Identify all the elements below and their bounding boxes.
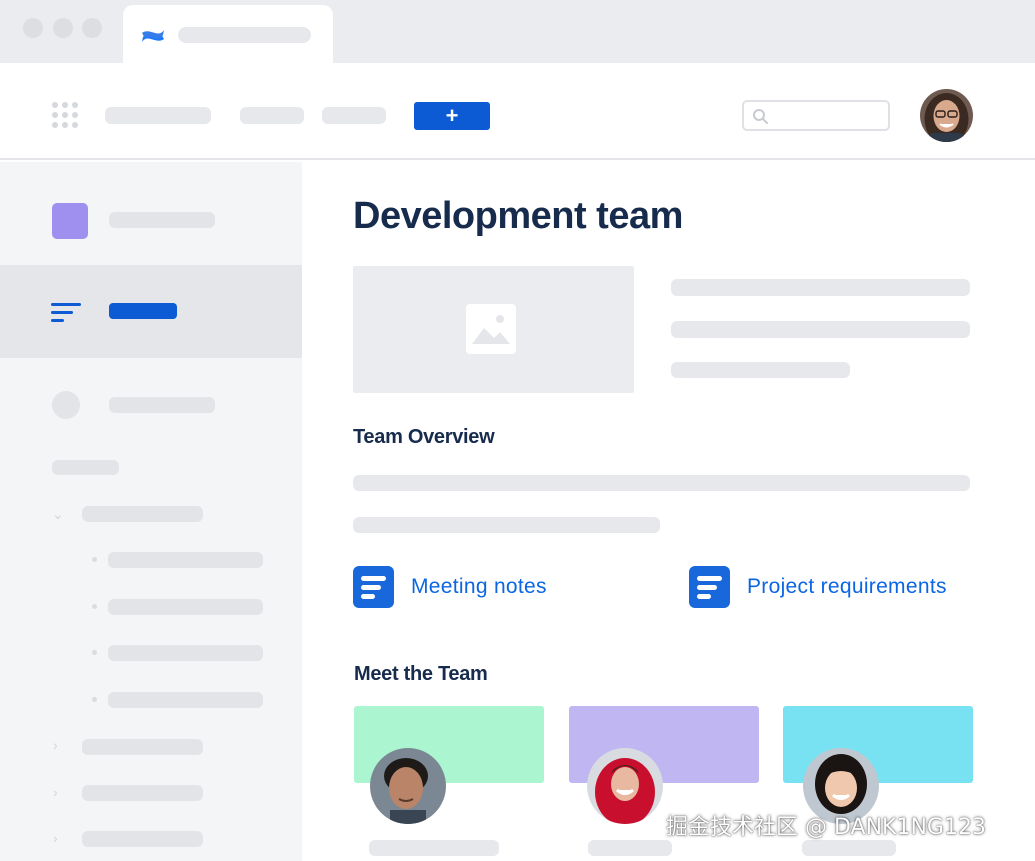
space-name-placeholder[interactable] [109, 212, 215, 228]
tree-item-placeholder[interactable] [82, 785, 203, 801]
text-line-placeholder [671, 279, 970, 296]
tree-item-placeholder[interactable] [82, 739, 203, 755]
nav-item-placeholder[interactable] [322, 107, 386, 124]
chevron-right-icon[interactable]: › [53, 785, 58, 799]
window-close-dot[interactable] [23, 18, 43, 38]
overview-lines-icon [51, 303, 81, 322]
watermark-text: 掘金技术社区 @ DANK1NG123 [666, 815, 986, 840]
tree-item-placeholder[interactable] [82, 506, 203, 522]
document-icon [353, 566, 394, 608]
window-maximize-dot[interactable] [82, 18, 102, 38]
page-title: Development team [353, 195, 683, 237]
sidebar-item-placeholder[interactable] [109, 397, 215, 413]
image-placeholder[interactable] [353, 266, 634, 393]
tree-bullet-icon [92, 650, 97, 655]
meet-the-team-heading: Meet the Team [354, 663, 488, 685]
image-icon [466, 304, 516, 354]
nav-item-placeholder[interactable] [105, 107, 211, 124]
meeting-notes-label: Meeting notes [411, 575, 547, 598]
browser-tab[interactable] [123, 5, 333, 65]
sidebar-section-placeholder [52, 460, 119, 475]
tab-title-placeholder [178, 27, 311, 43]
member-name-placeholder [802, 840, 896, 856]
text-line-placeholder [671, 321, 970, 338]
text-line-placeholder [353, 475, 970, 491]
tree-bullet-icon [92, 604, 97, 609]
document-icon [689, 566, 730, 608]
project-requirements-label: Project requirements [747, 575, 947, 598]
window-minimize-dot[interactable] [53, 18, 73, 38]
tree-child-placeholder[interactable] [108, 645, 263, 661]
user-avatar[interactable] [920, 89, 973, 142]
team-member-avatar[interactable] [370, 748, 446, 824]
confluence-logo-icon [142, 30, 164, 42]
tree-child-placeholder[interactable] [108, 552, 263, 568]
chevron-right-icon[interactable]: › [53, 831, 58, 845]
search-icon [753, 109, 768, 124]
tree-child-placeholder[interactable] [108, 692, 263, 708]
text-line-placeholder [671, 362, 850, 378]
chevron-down-icon[interactable]: ⌄ [52, 507, 64, 521]
nav-item-placeholder[interactable] [240, 107, 304, 124]
team-overview-heading: Team Overview [353, 426, 495, 448]
team-member-avatar[interactable] [587, 748, 663, 824]
text-line-placeholder [353, 517, 660, 533]
chevron-right-icon[interactable]: › [53, 738, 58, 752]
sidebar-circle-icon[interactable] [52, 391, 80, 419]
space-avatar-icon[interactable] [52, 203, 88, 239]
app-switcher-icon[interactable] [52, 102, 78, 128]
tree-bullet-icon [92, 557, 97, 562]
meeting-notes-link[interactable]: Meeting notes [353, 566, 547, 608]
create-button[interactable]: + [414, 102, 490, 130]
tree-bullet-icon [92, 697, 97, 702]
tree-item-placeholder[interactable] [82, 831, 203, 847]
search-input[interactable] [742, 100, 890, 131]
project-requirements-link[interactable]: Project requirements [689, 566, 947, 608]
tree-child-placeholder[interactable] [108, 599, 263, 615]
sidebar-active-label-placeholder [109, 303, 177, 319]
member-name-placeholder [588, 840, 672, 856]
member-name-placeholder [369, 840, 499, 856]
